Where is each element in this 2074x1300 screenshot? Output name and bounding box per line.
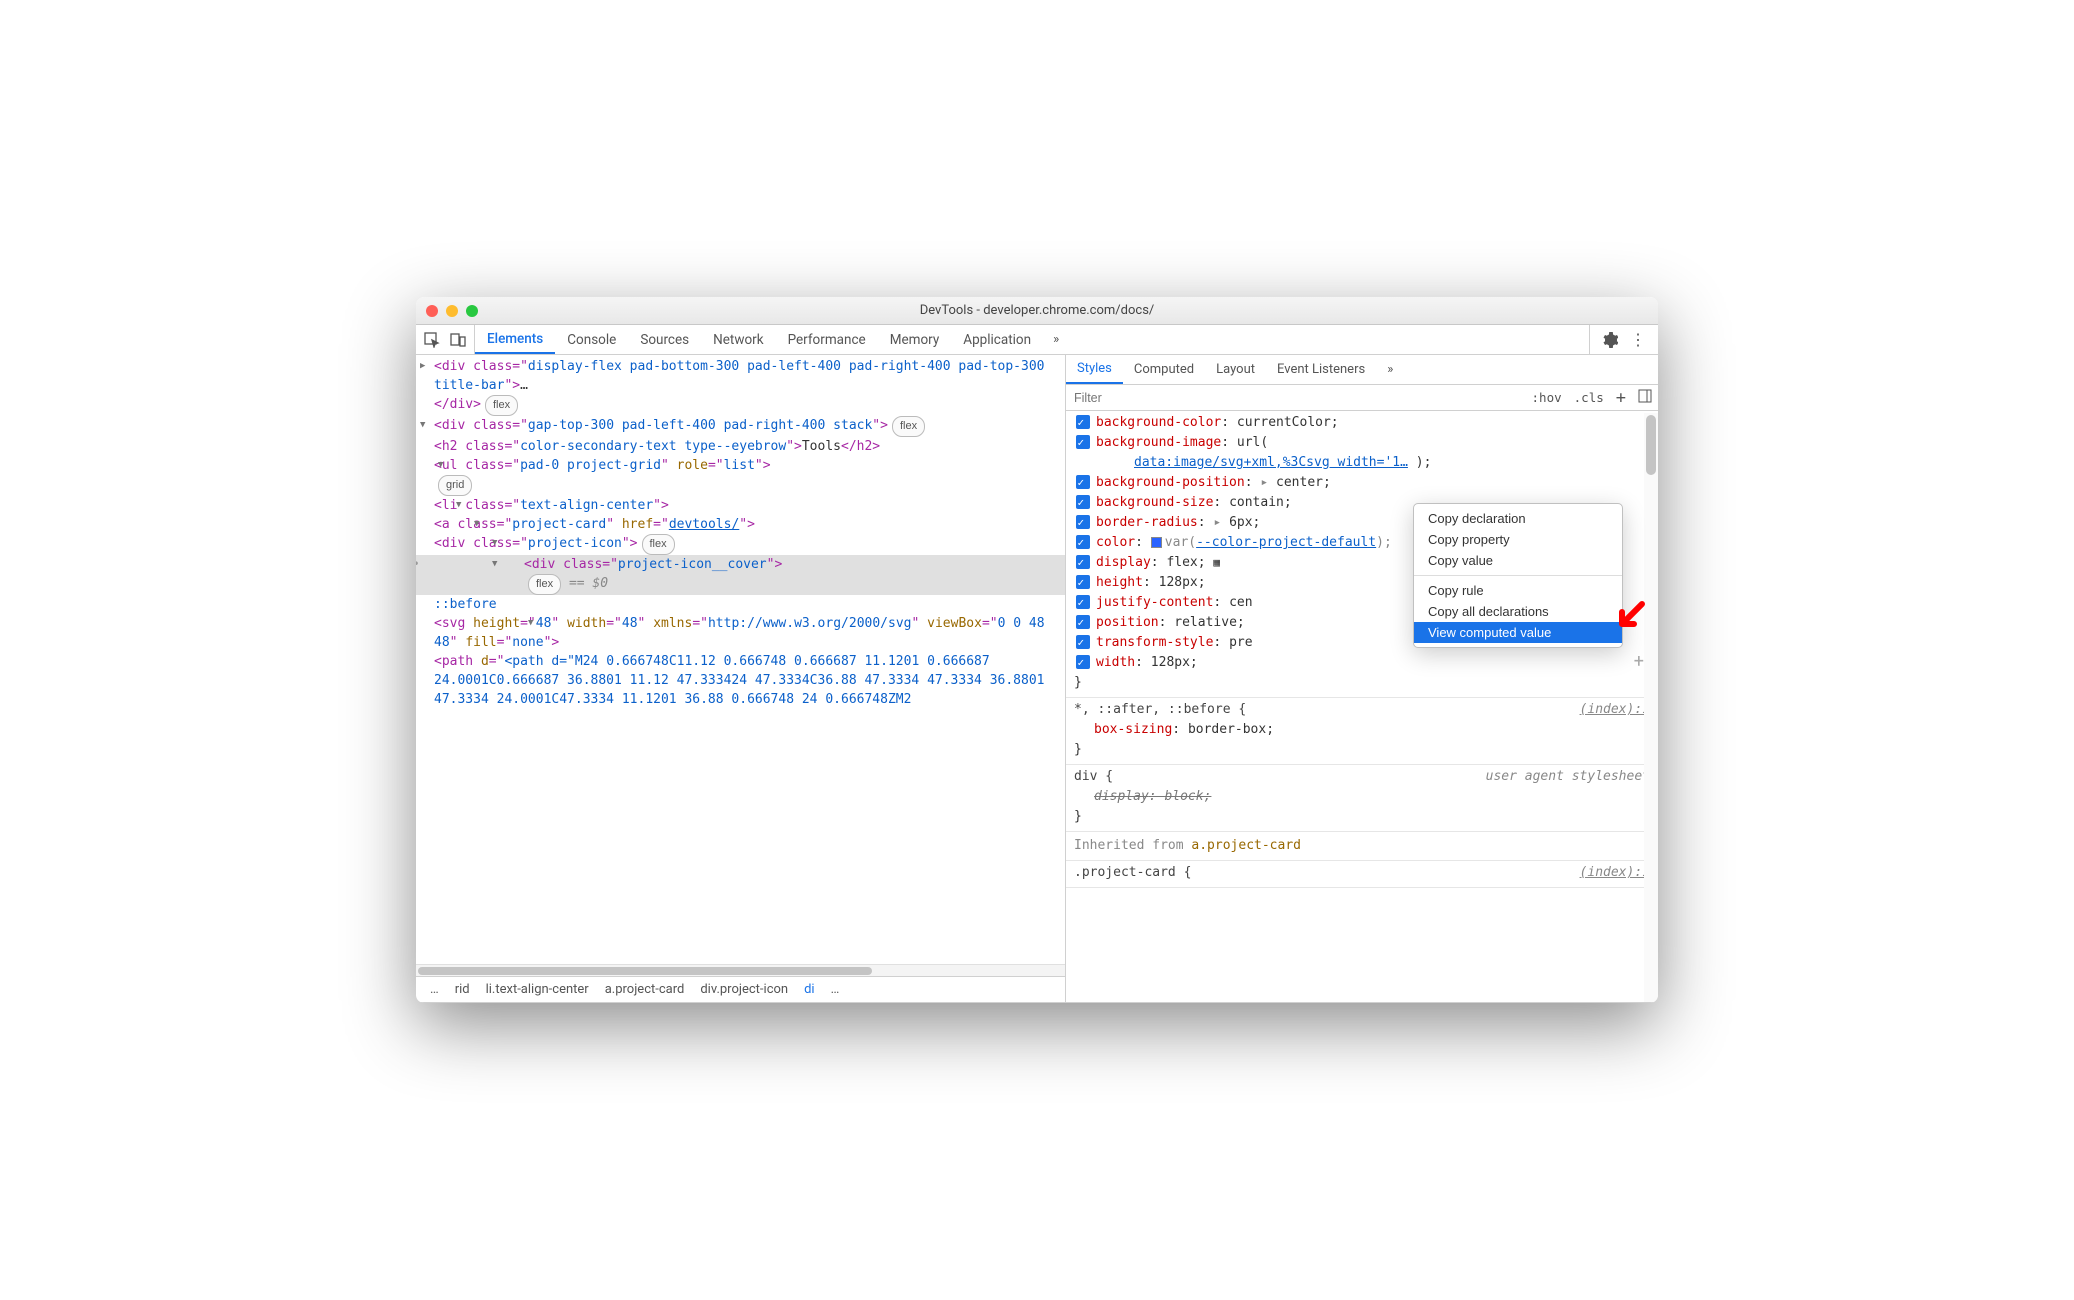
- kebab-icon[interactable]: ⋮: [1630, 330, 1646, 349]
- styles-panel: Styles Computed Layout Event Listeners »…: [1066, 355, 1658, 1002]
- flex-badge[interactable]: flex: [485, 395, 518, 416]
- crumb-item[interactable]: di: [796, 982, 823, 997]
- main-content: ▶<div class="display-flex pad-bottom-300…: [416, 355, 1658, 1003]
- css-rule: *, ::after, ::before {(index):1 box-sizi…: [1066, 698, 1658, 765]
- annotation-arrow-icon: [1614, 600, 1648, 643]
- add-declaration-icon[interactable]: +: [1634, 651, 1644, 672]
- checkbox-icon[interactable]: [1076, 555, 1090, 569]
- styles-filter-bar: :hov .cls +: [1066, 385, 1658, 411]
- grid-badge[interactable]: grid: [438, 475, 472, 496]
- new-rule-button[interactable]: +: [1610, 388, 1632, 408]
- tab-styles[interactable]: Styles: [1066, 355, 1123, 384]
- checkbox-icon[interactable]: [1076, 595, 1090, 609]
- crumb-more[interactable]: …: [823, 982, 848, 997]
- tab-application[interactable]: Application: [951, 325, 1043, 354]
- menu-copy-value[interactable]: Copy value: [1414, 550, 1622, 571]
- tab-layout[interactable]: Layout: [1205, 355, 1266, 384]
- checkbox-icon[interactable]: [1076, 655, 1090, 669]
- device-icon[interactable]: [450, 332, 466, 348]
- tabs-overflow[interactable]: »: [1043, 332, 1069, 347]
- css-rule: .project-card {(index):1: [1066, 861, 1658, 888]
- crumb-item[interactable]: div.project-icon: [692, 982, 796, 997]
- selected-node: •••▼<div class="project-icon__cover">: [416, 555, 1065, 574]
- menu-copy-declaration[interactable]: Copy declaration: [1414, 508, 1622, 529]
- gear-icon[interactable]: [1602, 332, 1618, 348]
- checkbox-icon[interactable]: [1076, 415, 1090, 429]
- crumb-item[interactable]: li.text-align-center: [478, 982, 597, 997]
- checkbox-icon[interactable]: [1076, 475, 1090, 489]
- crumb-item[interactable]: rid: [447, 982, 478, 997]
- flex-icon[interactable]: ▦: [1213, 556, 1220, 569]
- tab-network[interactable]: Network: [701, 325, 775, 354]
- checkbox-icon[interactable]: [1076, 495, 1090, 509]
- dom-tree[interactable]: ▶<div class="display-flex pad-bottom-300…: [416, 355, 1065, 964]
- checkbox-icon[interactable]: [1076, 435, 1090, 449]
- checkbox-icon[interactable]: [1076, 635, 1090, 649]
- inspect-icon[interactable]: [424, 332, 440, 348]
- tabs-overflow[interactable]: »: [1376, 355, 1404, 384]
- menu-copy-all-declarations[interactable]: Copy all declarations: [1414, 601, 1622, 622]
- tab-computed[interactable]: Computed: [1123, 355, 1205, 384]
- crumb-more[interactable]: …: [422, 982, 447, 997]
- hov-button[interactable]: :hov: [1526, 390, 1568, 405]
- tab-elements[interactable]: Elements: [475, 325, 555, 354]
- checkbox-icon[interactable]: [1076, 575, 1090, 589]
- checkbox-icon[interactable]: [1076, 515, 1090, 529]
- menu-copy-property[interactable]: Copy property: [1414, 529, 1622, 550]
- flex-badge[interactable]: flex: [528, 574, 561, 595]
- filter-input[interactable]: [1066, 391, 1526, 405]
- devtools-window: DevTools - developer.chrome.com/docs/ El…: [416, 297, 1658, 1003]
- tab-performance[interactable]: Performance: [776, 325, 878, 354]
- window-title: DevTools - developer.chrome.com/docs/: [416, 303, 1658, 318]
- inherited-from: Inherited from a.project-card: [1066, 832, 1658, 861]
- tab-event-listeners[interactable]: Event Listeners: [1266, 355, 1376, 384]
- toggle-sidebar-icon[interactable]: [1632, 389, 1658, 406]
- tab-console[interactable]: Console: [555, 325, 628, 354]
- tab-memory[interactable]: Memory: [878, 325, 952, 354]
- checkbox-icon[interactable]: [1076, 615, 1090, 629]
- sidebar-tabs: Styles Computed Layout Event Listeners »: [1066, 355, 1658, 385]
- main-toolbar: Elements Console Sources Network Perform…: [416, 325, 1658, 355]
- flex-badge[interactable]: flex: [642, 534, 675, 555]
- elements-panel: ▶<div class="display-flex pad-bottom-300…: [416, 355, 1066, 1002]
- flex-badge[interactable]: flex: [892, 416, 925, 437]
- context-menu: Copy declaration Copy property Copy valu…: [1413, 503, 1623, 648]
- titlebar: DevTools - developer.chrome.com/docs/: [416, 297, 1658, 325]
- color-swatch[interactable]: [1151, 537, 1162, 548]
- horizontal-scrollbar[interactable]: [416, 964, 1065, 976]
- tab-sources[interactable]: Sources: [628, 325, 701, 354]
- panel-tabs: Elements Console Sources Network Perform…: [475, 325, 1589, 354]
- css-rule: div {user agent stylesheet display: bloc…: [1066, 765, 1658, 832]
- breadcrumb: … rid li.text-align-center a.project-car…: [416, 976, 1065, 1002]
- vertical-scrollbar[interactable]: [1644, 413, 1658, 1002]
- cls-button[interactable]: .cls: [1568, 390, 1610, 405]
- menu-copy-rule[interactable]: Copy rule: [1414, 580, 1622, 601]
- menu-view-computed-value[interactable]: View computed value: [1414, 622, 1622, 643]
- styles-list[interactable]: background-color: currentColor; backgrou…: [1066, 411, 1658, 1002]
- crumb-item[interactable]: a.project-card: [597, 982, 693, 997]
- checkbox-icon[interactable]: [1076, 535, 1090, 549]
